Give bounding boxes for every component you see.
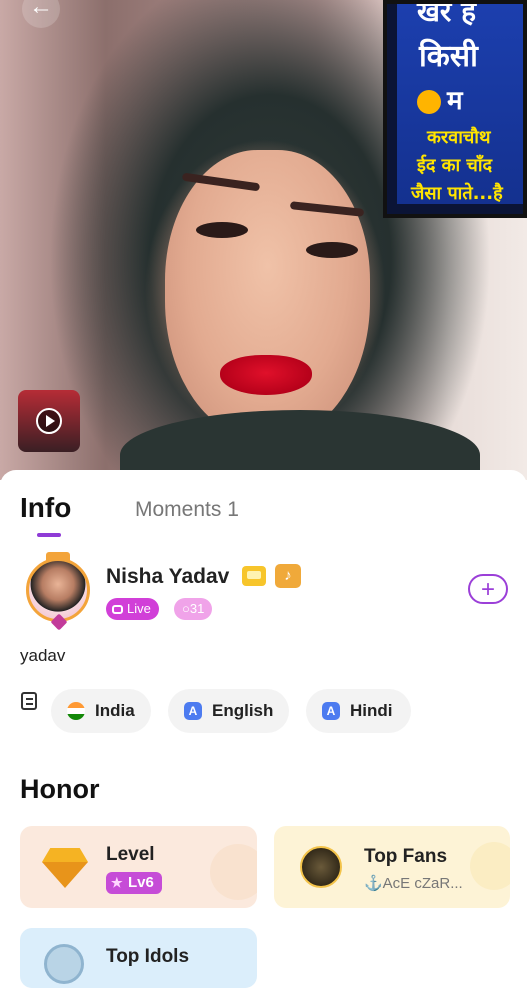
- language-a-icon: A: [184, 702, 202, 720]
- chat-bubble-icon: ○: [182, 601, 190, 616]
- avatar[interactable]: [26, 558, 90, 622]
- india-flag-icon: [67, 702, 85, 720]
- poster-line: किसी: [419, 39, 478, 74]
- top-idols-icon: [44, 944, 84, 984]
- fans-deco-icon: [470, 842, 510, 890]
- poster-overlay: खर ह किसी म करवाचौथ ईद का चाँद जैसा पाते…: [383, 0, 527, 218]
- poster-line: खर ह: [417, 4, 476, 28]
- honor-card-top-fans[interactable]: Top Fans ⚓AcE cZaR...: [274, 826, 510, 908]
- honor-card-level[interactable]: Level Lv6: [20, 826, 257, 908]
- cover-face: [165, 150, 370, 440]
- poster-line: करवाचौथ: [427, 127, 491, 148]
- back-button[interactable]: ←: [22, 0, 60, 28]
- language-a-icon: A: [322, 702, 340, 720]
- tab-info[interactable]: Info: [20, 492, 71, 524]
- top-fan-avatar: [300, 846, 342, 888]
- live-badge[interactable]: Live: [106, 598, 159, 620]
- arrow-left-icon: ←: [29, 0, 53, 20]
- tag-language-english[interactable]: A English: [168, 689, 289, 733]
- poster-line: जैसा पाते...है: [411, 183, 503, 204]
- profile-name: Nisha Yadav: [106, 565, 230, 588]
- profile-cover-photo: ← खर ह किसी म करवाचौथ ईद का चाँद जैसा पा…: [0, 0, 527, 480]
- comment-count-badge: ○31: [174, 598, 213, 620]
- plus-icon: +: [480, 576, 495, 603]
- level-title: Level: [106, 844, 155, 865]
- crown-badge-icon: [242, 566, 266, 586]
- play-icon: [36, 408, 62, 434]
- active-tab-indicator: [37, 533, 61, 537]
- diamond-level-icon: [42, 848, 88, 888]
- follow-button[interactable]: +: [468, 574, 508, 604]
- profile-bio: yadav: [20, 646, 66, 665]
- level-badge-icon: ♪: [275, 564, 301, 588]
- poster-line: म: [417, 81, 523, 117]
- level-deco-icon: [210, 844, 257, 900]
- tag-country[interactable]: India: [51, 689, 151, 733]
- video-thumbnail[interactable]: [18, 390, 80, 452]
- top-fans-title: Top Fans: [364, 846, 448, 867]
- tab-moments[interactable]: Moments 1: [135, 498, 239, 522]
- tv-icon: [112, 605, 123, 614]
- cover-eye-right: [306, 242, 358, 258]
- profile-info-sheet: Info Moments 1 Nisha Yadav ♪ Live ○31 + …: [0, 470, 527, 988]
- note-icon: [21, 692, 37, 710]
- top-idols-title: Top Idols: [106, 946, 190, 967]
- emoji-icon: [417, 89, 441, 114]
- honor-section-title: Honor: [20, 774, 100, 804]
- tag-language-hindi[interactable]: A Hindi: [306, 689, 411, 733]
- top-fan-name: ⚓AcE cZaR...: [364, 875, 463, 892]
- honor-card-top-idols[interactable]: Top Idols: [20, 928, 257, 988]
- poster-line: ईद का चाँद: [417, 155, 493, 176]
- cover-eye-left: [196, 222, 248, 238]
- level-badge: Lv6: [106, 872, 162, 894]
- cover-lips: [220, 355, 312, 395]
